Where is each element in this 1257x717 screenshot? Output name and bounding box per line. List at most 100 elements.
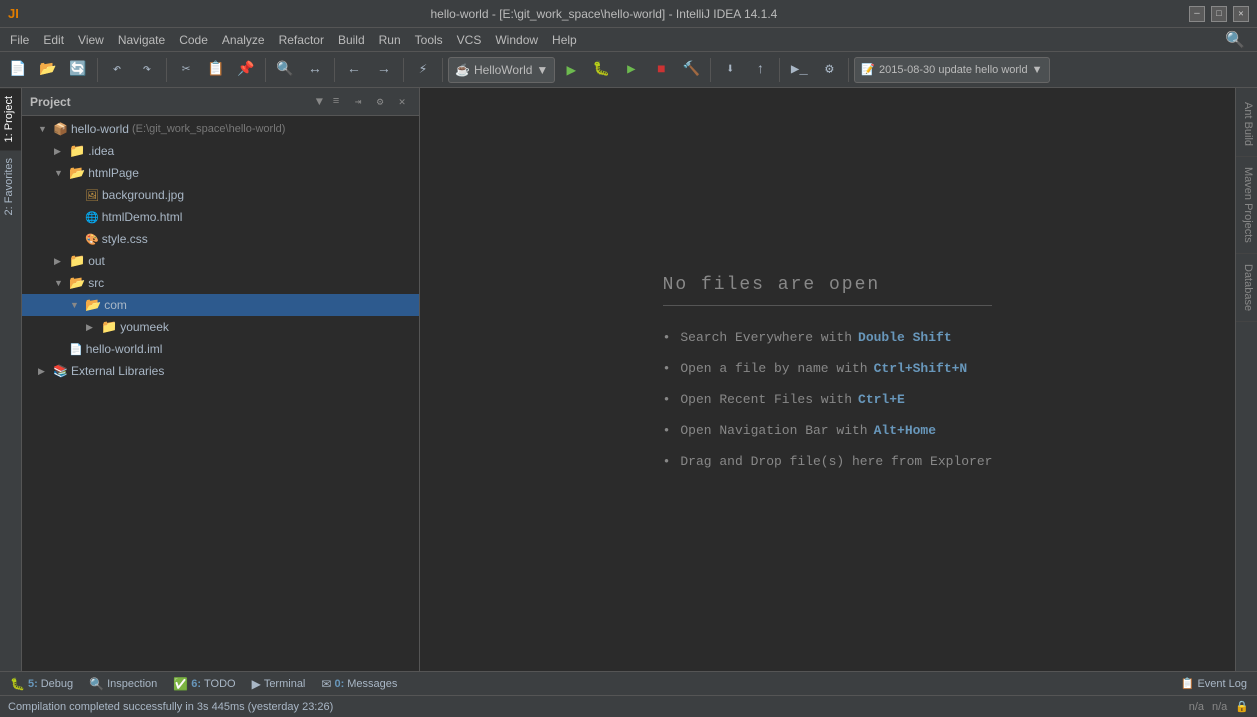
autoscroll-button[interactable]: ⇥ bbox=[349, 93, 367, 111]
tree-item-out[interactable]: ▶ 📁 out bbox=[22, 250, 419, 272]
tab-favorites[interactable]: 2: Favorites bbox=[0, 150, 21, 223]
menu-tools[interactable]: Tools bbox=[409, 31, 449, 49]
tree-item-youmeek[interactable]: ▶ 📁 youmeek bbox=[22, 316, 419, 338]
debug-button[interactable]: 🐛 bbox=[587, 56, 615, 84]
arrow-htmlpage: ▼ bbox=[54, 168, 66, 178]
status-bar: Compilation completed successfully in 3s… bbox=[0, 695, 1257, 717]
close-button[interactable]: ✕ bbox=[1233, 6, 1249, 22]
menu-run[interactable]: Run bbox=[373, 31, 407, 49]
minimize-button[interactable]: ─ bbox=[1189, 6, 1205, 22]
menu-code[interactable]: Code bbox=[173, 31, 214, 49]
run-button[interactable]: ▶ bbox=[557, 56, 585, 84]
label-style-css: style.css bbox=[102, 232, 148, 246]
gear-icon[interactable]: ⚙ bbox=[371, 93, 389, 111]
todo-tool-label: TODO bbox=[204, 678, 236, 690]
tool-debug[interactable]: 🐛 5: Debug bbox=[4, 675, 79, 693]
label-hello-world: hello-world bbox=[71, 122, 129, 136]
run-coverage-button[interactable]: ▶ bbox=[617, 56, 645, 84]
menu-help[interactable]: Help bbox=[546, 31, 583, 49]
tab-project[interactable]: 1: Project bbox=[0, 88, 21, 150]
label-htmldemo: htmlDemo.html bbox=[102, 210, 183, 224]
tree-item-idea[interactable]: ▶ 📁 .idea bbox=[22, 140, 419, 162]
tool-todo[interactable]: ✅ 6: TODO bbox=[167, 675, 241, 693]
tree-item-style-css[interactable]: ▶ 🎨 style.css bbox=[22, 228, 419, 250]
arrow-idea: ▶ bbox=[54, 146, 66, 157]
collapse-all-button[interactable]: ≡ bbox=[327, 93, 345, 111]
menu-refactor[interactable]: Refactor bbox=[273, 31, 330, 49]
forward-button[interactable]: → bbox=[370, 56, 398, 84]
label-idea: .idea bbox=[88, 144, 114, 158]
tree-item-hello-world[interactable]: ▼ 📦 hello-world (E:\git_work_space\hello… bbox=[22, 118, 419, 140]
menu-vcs[interactable]: VCS bbox=[451, 31, 488, 49]
tree-item-htmldemo[interactable]: ▶ 🌐 htmlDemo.html bbox=[22, 206, 419, 228]
commit-message-selector[interactable]: 📝 2015-08-30 update hello world ▼ bbox=[854, 57, 1049, 83]
menu-file[interactable]: File bbox=[4, 31, 35, 49]
panel-hide-button[interactable]: ✕ bbox=[393, 93, 411, 111]
structure-button[interactable]: ⚡ bbox=[409, 56, 437, 84]
arrow-out: ▶ bbox=[54, 256, 66, 267]
build-button[interactable]: 🔨 bbox=[677, 56, 705, 84]
menu-window[interactable]: Window bbox=[489, 31, 544, 49]
debug-tool-number: 5: bbox=[28, 678, 38, 690]
tree-item-com[interactable]: ▼ 📂 com bbox=[22, 294, 419, 316]
menu-edit[interactable]: Edit bbox=[37, 31, 70, 49]
hint-nav-bar: • Open Navigation Bar with Alt+Home bbox=[663, 423, 993, 438]
right-tab-database[interactable]: Database bbox=[1236, 254, 1257, 322]
replace-button[interactable]: ↔ bbox=[301, 56, 329, 84]
tree-item-htmlpage[interactable]: ▼ 📂 htmlPage bbox=[22, 162, 419, 184]
no-files-title: No files are open bbox=[663, 275, 993, 306]
toolbar-separator-1 bbox=[97, 58, 98, 82]
back-button[interactable]: ← bbox=[340, 56, 368, 84]
right-tab-ant-build[interactable]: Ant Build bbox=[1236, 92, 1257, 157]
tool-event-log[interactable]: 📋 Event Log bbox=[1175, 675, 1253, 692]
project-panel-header: Project ▼ ≡ ⇥ ⚙ ✕ bbox=[22, 88, 419, 116]
stop-button[interactable]: ■ bbox=[647, 56, 675, 84]
run-config-icon: ☕ bbox=[455, 63, 470, 77]
undo-button[interactable]: ↶ bbox=[103, 56, 131, 84]
tool-terminal[interactable]: ▶ Terminal bbox=[246, 675, 312, 693]
arrow-youmeek: ▶ bbox=[86, 322, 98, 333]
toolbar-separator-5 bbox=[403, 58, 404, 82]
toolbar: 📄 📂 🔄 ↶ ↷ ✂ 📋 📌 🔍 ↔ ← → ⚡ ☕ HelloWorld ▼… bbox=[0, 52, 1257, 88]
redo-button[interactable]: ↷ bbox=[133, 56, 161, 84]
new-file-button[interactable]: 📄 bbox=[4, 56, 32, 84]
tool-messages[interactable]: ✉ 0: Messages bbox=[315, 675, 403, 693]
settings-button[interactable]: ⚙ bbox=[815, 56, 843, 84]
cut-button[interactable]: ✂ bbox=[172, 56, 200, 84]
messages-tool-number: 0: bbox=[334, 678, 344, 690]
sync-button[interactable]: 🔄 bbox=[64, 56, 92, 84]
run-configuration-selector[interactable]: ☕ HelloWorld ▼ bbox=[448, 57, 555, 83]
search-everywhere-button[interactable]: 🔍 bbox=[1217, 30, 1253, 50]
find-button[interactable]: 🔍 bbox=[271, 56, 299, 84]
messages-tool-label: Messages bbox=[347, 678, 397, 690]
menu-analyze[interactable]: Analyze bbox=[216, 31, 271, 49]
menu-navigate[interactable]: Navigate bbox=[112, 31, 171, 49]
right-sidebar: Ant Build Maven Projects Database bbox=[1235, 88, 1257, 671]
right-tab-maven[interactable]: Maven Projects bbox=[1236, 157, 1257, 254]
folder-icon-idea: 📁 bbox=[69, 143, 85, 159]
hint-drag-drop: • Drag and Drop file(s) here from Explor… bbox=[663, 454, 993, 469]
tree-item-background-jpg[interactable]: ▶ 🖼 background.jpg bbox=[22, 184, 419, 206]
paste-button[interactable]: 📌 bbox=[232, 56, 260, 84]
hint-open-file: • Open a file by name with Ctrl+Shift+N bbox=[663, 361, 993, 376]
commit-button[interactable]: ↑ bbox=[746, 56, 774, 84]
terminal-button[interactable]: ▶_ bbox=[785, 56, 813, 84]
img-icon-background: 🖼 bbox=[85, 189, 99, 202]
tree-item-src[interactable]: ▼ 📂 src bbox=[22, 272, 419, 294]
label-com: com bbox=[104, 298, 127, 312]
menu-build[interactable]: Build bbox=[332, 31, 371, 49]
tree-item-external-libs[interactable]: ▶ 📚 External Libraries bbox=[22, 360, 419, 382]
toolbar-separator-7 bbox=[710, 58, 711, 82]
open-button[interactable]: 📂 bbox=[34, 56, 62, 84]
toolbar-separator-6 bbox=[442, 58, 443, 82]
no-files-container: No files are open • Search Everywhere wi… bbox=[623, 255, 1033, 505]
iml-icon: 📄 bbox=[69, 343, 83, 356]
tool-inspection[interactable]: 🔍 Inspection bbox=[83, 675, 163, 693]
tree-item-iml[interactable]: ▶ 📄 hello-world.iml bbox=[22, 338, 419, 360]
menu-view[interactable]: View bbox=[72, 31, 110, 49]
restore-button[interactable]: □ bbox=[1211, 6, 1227, 22]
project-panel-title: Project bbox=[30, 95, 312, 109]
editor-area: No files are open • Search Everywhere wi… bbox=[420, 88, 1235, 671]
update-project-button[interactable]: ⬇ bbox=[716, 56, 744, 84]
copy-button[interactable]: 📋 bbox=[202, 56, 230, 84]
